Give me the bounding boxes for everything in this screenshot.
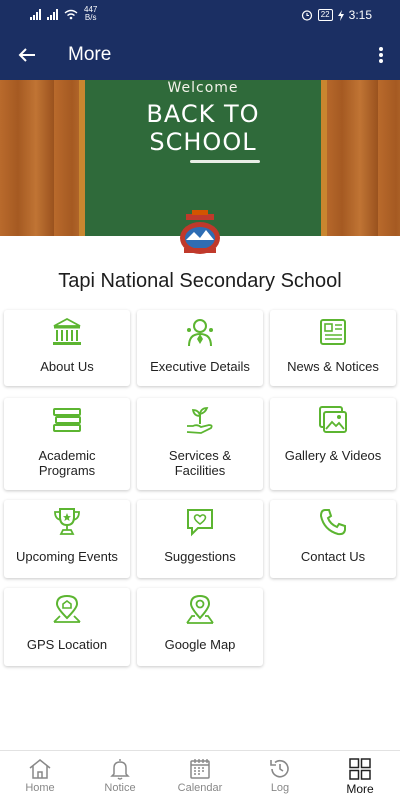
gps-location-icon (53, 594, 81, 623)
nav-label: Notice (104, 782, 136, 794)
newspaper-icon (320, 319, 346, 345)
school-name: Tapi National Secondary School (58, 270, 342, 292)
tile-services-facilities[interactable]: Services & Facilities (137, 398, 263, 490)
tile-label: Google Map (164, 637, 236, 652)
alarm-icon (301, 10, 312, 21)
banner-welcome-text: Welcome (167, 80, 239, 96)
school-logo (180, 210, 220, 254)
nav-log[interactable]: Log (240, 751, 320, 800)
more-vert-icon (379, 47, 383, 63)
overflow-menu-button[interactable] (374, 42, 388, 68)
heart-chat-icon (187, 509, 213, 537)
nav-calendar[interactable]: Calendar (160, 751, 240, 800)
phone-icon (319, 509, 346, 536)
charging-icon (337, 9, 344, 21)
tile-suggestions[interactable]: Suggestions (137, 500, 263, 578)
plant-hand-icon (186, 407, 213, 434)
nav-home[interactable]: Home (0, 751, 80, 800)
clock: 3:15 (348, 8, 372, 22)
tile-label: About Us (40, 359, 94, 374)
tile-upcoming-events[interactable]: Upcoming Events (4, 500, 130, 578)
gallery-icon (319, 406, 347, 433)
signal-icon (30, 8, 41, 20)
signal-icon (47, 8, 58, 20)
tile-label: Gallery & Videos (284, 448, 382, 463)
status-bar: 447 B/s 22 3:15 (0, 0, 400, 30)
tile-news-notices[interactable]: News & Notices (270, 310, 396, 386)
tile-contact-us[interactable]: Contact Us (270, 500, 396, 578)
history-icon (270, 759, 289, 778)
calendar-icon (190, 759, 210, 779)
banner-line-2: SCHOOL (149, 128, 257, 156)
wifi-icon (64, 9, 78, 19)
tile-label: Services & Facilities (168, 448, 232, 478)
map-pin-icon (186, 594, 214, 624)
institution-icon (53, 317, 81, 345)
tile-label: GPS Location (26, 637, 108, 652)
network-speed: 447 B/s (84, 5, 98, 22)
tile-executive-details[interactable]: Executive Details (137, 310, 263, 386)
arrow-left-icon (18, 48, 35, 62)
app-bar: More (0, 30, 400, 80)
nav-label: Log (270, 782, 290, 794)
bell-icon (110, 759, 130, 780)
tile-label: Suggestions (164, 549, 236, 564)
tile-google-map[interactable]: Google Map (137, 588, 263, 666)
books-icon (53, 408, 81, 432)
nav-notice[interactable]: Notice (80, 751, 160, 800)
trophy-icon (54, 508, 80, 535)
back-button[interactable] (14, 42, 40, 68)
tile-label: Executive Details (150, 359, 250, 374)
nav-more[interactable]: More (320, 751, 400, 800)
tile-label: Contact Us (300, 549, 366, 564)
nav-label: Home (25, 782, 55, 794)
executive-icon (187, 319, 213, 347)
tile-label: News & Notices (287, 359, 379, 374)
tile-gps-location[interactable]: GPS Location (4, 588, 130, 666)
tile-label: Upcoming Events (16, 549, 118, 564)
bottom-navigation: Home Notice Calendar Log More (0, 750, 400, 800)
nav-label: Calendar (177, 782, 223, 794)
tile-academic-programs[interactable]: Academic Programs (4, 398, 130, 490)
tile-about-us[interactable]: About Us (4, 310, 130, 386)
tile-gallery-videos[interactable]: Gallery & Videos (270, 398, 396, 490)
grid-icon (349, 758, 371, 780)
banner-line-1: BACK TO (146, 100, 260, 128)
home-icon (29, 759, 51, 779)
nav-label: More (346, 782, 374, 796)
tile-label: Academic Programs (38, 448, 96, 478)
battery-icon: 22 (317, 9, 333, 21)
chalk-underline (190, 160, 260, 163)
page-title: More (68, 44, 112, 65)
